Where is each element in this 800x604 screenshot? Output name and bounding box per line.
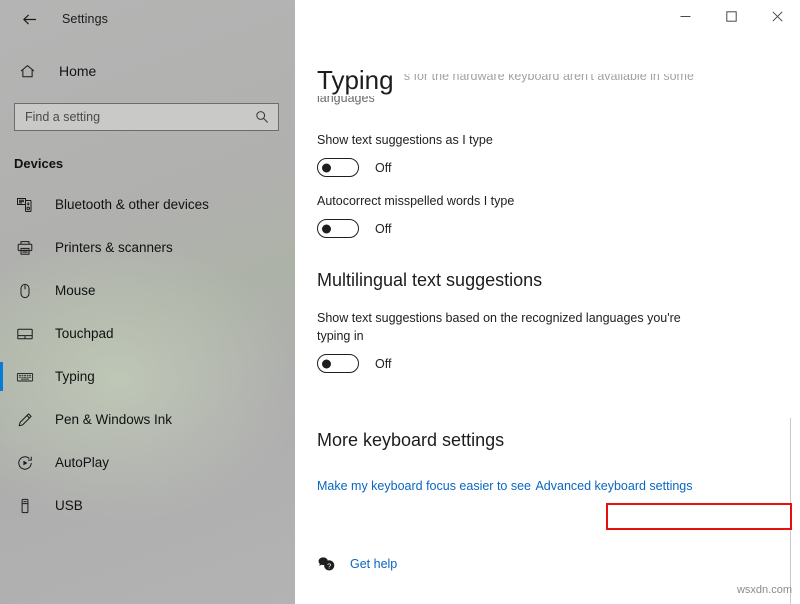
sidebar-item-mouse[interactable]: Mouse	[0, 269, 295, 312]
toggle-knob	[322, 224, 331, 233]
maximize-button[interactable]	[708, 0, 754, 32]
search-icon[interactable]	[254, 109, 270, 125]
annotation-highlight-box	[606, 503, 792, 530]
svg-text:?: ?	[327, 561, 331, 570]
watermark: wsxdn.com	[736, 584, 792, 596]
sidebar-item-touchpad[interactable]: Touchpad	[0, 312, 295, 355]
content-edge-divider	[790, 418, 791, 604]
multilingual-description-line2: typing in	[317, 329, 364, 343]
sidebar-item-label: Typing	[55, 369, 95, 384]
bluetooth-devices-icon	[14, 194, 36, 216]
toggle-row: Off	[317, 354, 681, 373]
main-content: Text suggestions for the hardware keyboa…	[295, 0, 800, 604]
sidebar-item-printers-scanners[interactable]: Printers & scanners	[0, 226, 295, 269]
sidebar-item-label: Printers & scanners	[55, 240, 173, 255]
setting-show-text-suggestions: Show text suggestions as I type Off	[317, 131, 493, 177]
pen-icon	[14, 409, 36, 431]
search-input[interactable]	[25, 110, 254, 124]
toggle-state-label: Off	[375, 221, 392, 236]
home-icon	[17, 61, 37, 81]
usb-icon	[14, 495, 36, 517]
multilingual-heading: Multilingual text suggestions	[317, 270, 543, 290]
sidebar-item-usb[interactable]: USB	[0, 484, 295, 527]
sidebar-item-bluetooth-other-devices[interactable]: Bluetooth & other devices	[0, 183, 295, 226]
minimize-button[interactable]	[662, 0, 708, 32]
link-make-keyboard-focus-easier[interactable]: Make my keyboard focus easier to see	[317, 479, 531, 493]
section-multilingual-text-suggestions: Multilingual text suggestions Show text …	[317, 270, 681, 373]
sidebar-item-pen-windows-ink[interactable]: Pen & Windows Ink	[0, 398, 295, 441]
sidebar-item-home[interactable]: Home	[0, 53, 295, 89]
toggle-knob	[322, 359, 331, 368]
more-keyboard-heading: More keyboard settings	[317, 430, 505, 450]
touchpad-icon	[14, 323, 36, 345]
sidebar-titlebar: Settings	[0, 0, 295, 38]
sidebar-item-label: Bluetooth & other devices	[55, 197, 209, 212]
page-title: Typing	[317, 64, 404, 97]
setting-autocorrect-misspelled-words: Autocorrect misspelled words I type Off	[317, 192, 514, 238]
window-title: Settings	[62, 12, 108, 26]
show-text-suggestions-toggle[interactable]	[317, 158, 359, 177]
keyboard-icon	[14, 366, 36, 388]
link-advanced-keyboard-settings[interactable]: Advanced keyboard settings	[535, 479, 692, 493]
help-bubble-icon: ?	[315, 553, 337, 575]
home-label: Home	[59, 63, 97, 79]
sidebar-item-label: AutoPlay	[55, 455, 110, 470]
toggle-row: Off	[317, 219, 514, 238]
search-box[interactable]	[14, 103, 279, 131]
sidebar-section-devices: Devices	[14, 156, 64, 171]
toggle-knob	[322, 163, 331, 172]
get-help-link[interactable]: ? Get help	[315, 553, 397, 575]
section-more-keyboard-settings: More keyboard settings Make my keyboard …	[317, 430, 693, 495]
get-help-label: Get help	[350, 557, 398, 571]
sidebar: Settings Home Devices	[0, 0, 295, 604]
toggle-row: Off	[317, 158, 493, 177]
close-button[interactable]	[754, 0, 800, 32]
sidebar-item-label: Touchpad	[55, 326, 114, 341]
multilingual-description-line1: Show text suggestions based on the recog…	[317, 311, 681, 325]
settings-window: Settings Home Devices	[0, 0, 800, 604]
sidebar-nav-list: Bluetooth & other devices Printers & sca…	[0, 183, 295, 527]
toggle-state-label: Off	[375, 356, 392, 371]
toggle-state-label: Off	[375, 160, 392, 175]
printer-icon	[14, 237, 36, 259]
sidebar-item-label: Mouse	[55, 283, 96, 298]
sidebar-item-label: Pen & Windows Ink	[55, 412, 173, 427]
mouse-icon	[14, 280, 36, 302]
setting-label: Show text suggestions as I type	[317, 133, 493, 147]
autoplay-icon	[14, 452, 36, 474]
sidebar-item-typing[interactable]: Typing	[0, 355, 295, 398]
sidebar-item-autoplay[interactable]: AutoPlay	[0, 441, 295, 484]
multilingual-suggestions-toggle[interactable]	[317, 354, 359, 373]
window-controls	[662, 0, 800, 32]
sidebar-item-label: USB	[55, 498, 83, 513]
autocorrect-toggle[interactable]	[317, 219, 359, 238]
back-arrow-icon[interactable]	[14, 4, 44, 34]
setting-label: Autocorrect misspelled words I type	[317, 194, 515, 208]
